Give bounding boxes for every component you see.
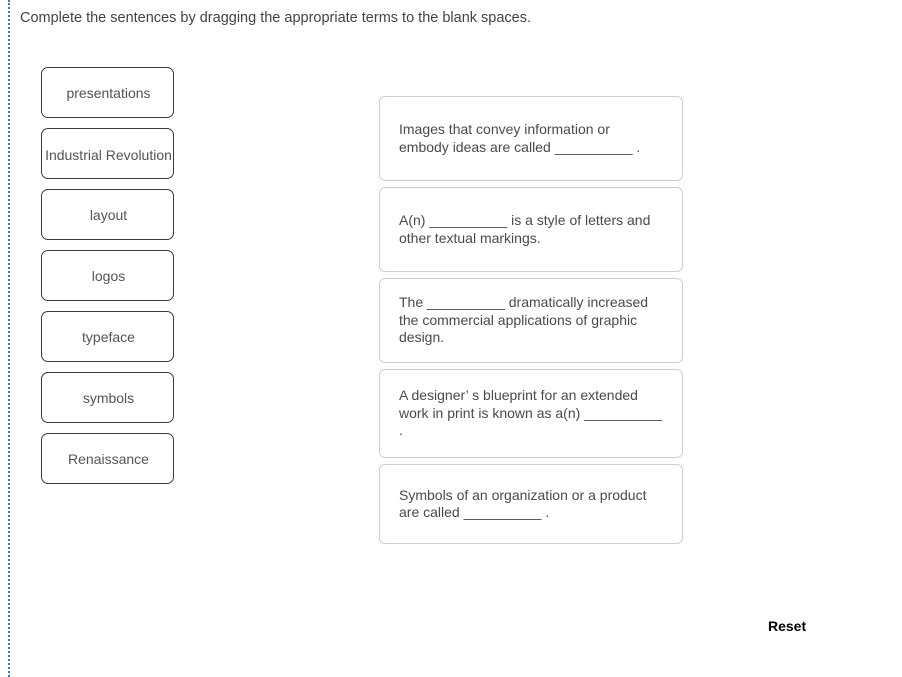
term-tile-label: symbols <box>82 389 135 406</box>
term-tile-label: logos <box>91 267 126 284</box>
sentence-text: The __________ dramatically increased th… <box>399 294 649 346</box>
term-tile-label: Renaissance <box>68 450 149 467</box>
drop-target-sentence-2[interactable]: A(n) __________ is a style of letters an… <box>379 187 683 272</box>
term-tile-industrial-revolution[interactable]: Industrial Revolution <box>41 128 174 179</box>
drop-target-sentence-1[interactable]: Images that convey information or embody… <box>379 96 683 181</box>
term-tile-label: presentations <box>66 84 151 101</box>
drop-target-sentence-5[interactable]: Symbols of an organization or a product … <box>379 464 683 544</box>
sentence-text: A(n) __________ is a style of letters an… <box>399 212 651 246</box>
instruction-text: Complete the sentences by dragging the a… <box>20 10 532 26</box>
term-bank: presentations Industrial Revolution layo… <box>41 67 174 494</box>
drop-target-sentence-4[interactable]: A designer’ s blueprint for an extended … <box>379 369 683 458</box>
term-tile-renaissance[interactable]: Renaissance <box>41 433 174 484</box>
term-tile-typeface[interactable]: typeface <box>41 311 174 362</box>
question-region: Complete the sentences by dragging the a… <box>8 0 902 677</box>
sentence-text: Images that convey information or embody… <box>399 121 641 155</box>
term-tile-logos[interactable]: logos <box>41 250 174 301</box>
drop-target-sentence-3[interactable]: The __________ dramatically increased th… <box>379 278 683 363</box>
term-tile-layout[interactable]: layout <box>41 189 174 240</box>
term-tile-symbols[interactable]: symbols <box>41 372 174 423</box>
sentence-text: A designer’ s blueprint for an extended … <box>399 387 663 439</box>
term-tile-presentations[interactable]: presentations <box>41 67 174 118</box>
reset-button[interactable]: Reset <box>768 618 806 634</box>
term-tile-label: typeface <box>82 328 135 345</box>
sentence-text: Symbols of an organization or a product … <box>399 486 647 521</box>
sentence-list: Images that convey information or embody… <box>379 96 683 550</box>
term-tile-label: Industrial Revolution <box>45 147 172 163</box>
term-tile-label: layout <box>89 206 128 223</box>
